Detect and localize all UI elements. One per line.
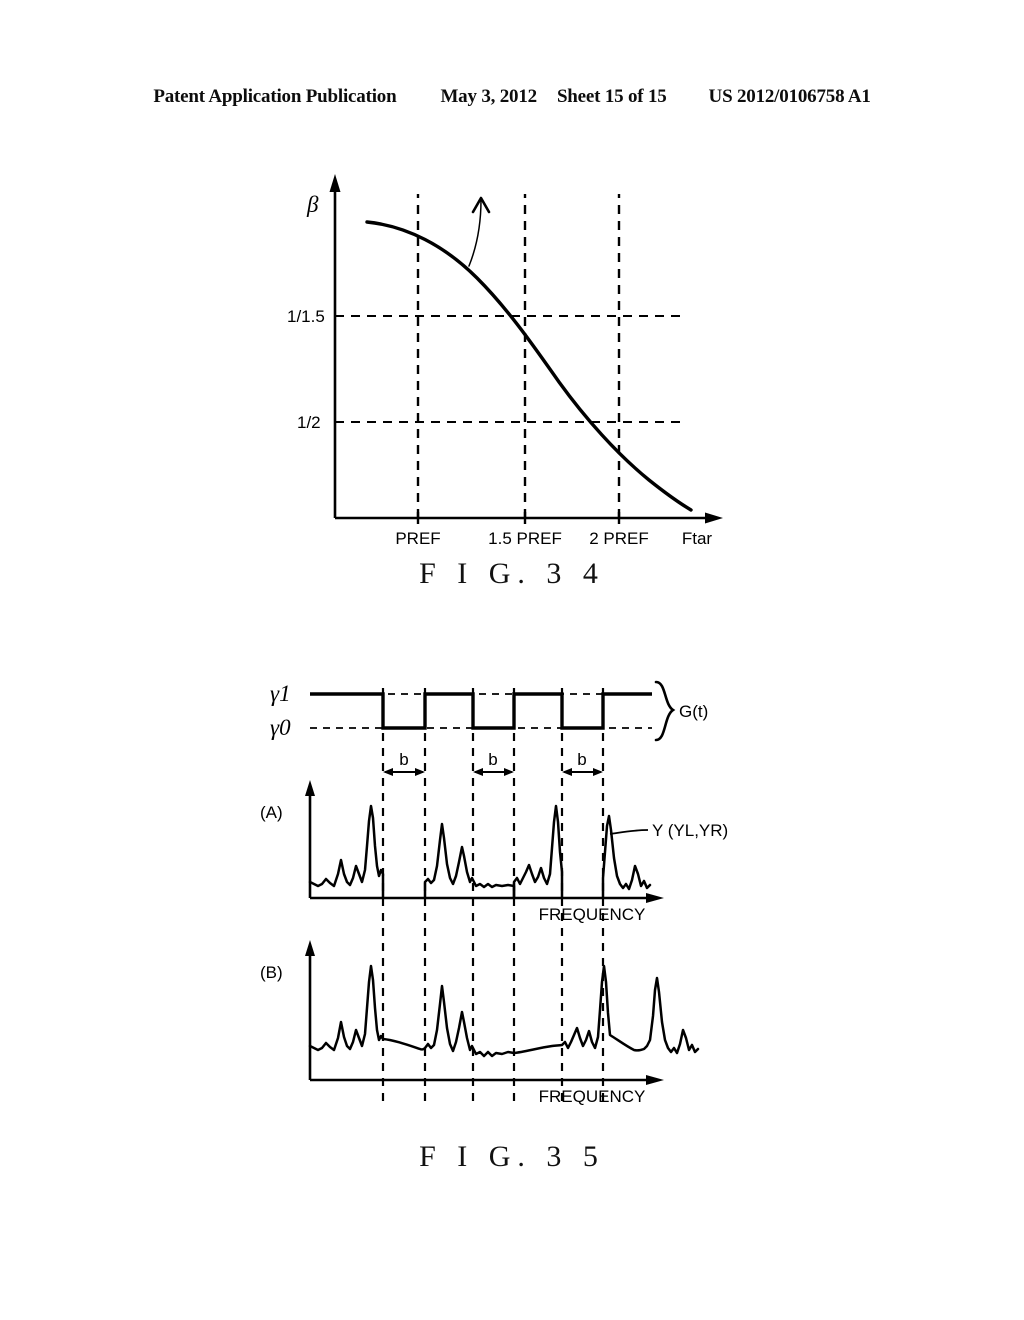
fig35-interval-markers: b b b bbox=[383, 750, 603, 776]
header-document-number-label: US 2012/0106758 A1 bbox=[708, 86, 871, 107]
panel-a-label: (A) bbox=[260, 803, 283, 822]
curve-pointer-caret-icon bbox=[468, 196, 491, 267]
panel-b-label: (B) bbox=[260, 963, 283, 982]
fig34-x-tick-1: PREF bbox=[395, 529, 440, 548]
panel-a-spectrum-seg-1 bbox=[308, 804, 385, 900]
interval-marker-3: b bbox=[562, 750, 603, 776]
fig35-gate-brace-label: G(t) bbox=[679, 702, 708, 721]
panel-a-spectrum-seg-3 bbox=[512, 804, 564, 900]
fig34-data-curve bbox=[365, 220, 693, 512]
figure-35-chart: γ1 γ0 G(t) b b b (A) Y (YL,YR) FREQUENCY… bbox=[260, 680, 728, 1106]
fig34-x-axis bbox=[335, 512, 723, 524]
fig35-panel-b: (B) FREQUENCY bbox=[260, 940, 700, 1106]
fig34-x-tick-3: 2 PREF bbox=[589, 529, 649, 548]
interval-label-3: b bbox=[577, 750, 586, 769]
panel-b-spectrum-path bbox=[308, 964, 700, 1058]
fig35-gate-waveform bbox=[310, 692, 652, 730]
fig34-y-axis bbox=[329, 174, 341, 518]
figure-34-chart: β 1/1.5 1/2 PREF 1.5 PREF 2 PREF Ftar bbox=[287, 174, 723, 548]
figure-34: β 1/1.5 1/2 PREF 1.5 PREF 2 PREF Ftar F … bbox=[0, 150, 1024, 620]
interval-marker-1: b bbox=[383, 750, 425, 776]
panel-a-spectrum-seg-4 bbox=[601, 814, 652, 900]
panel-b-x-axis-label: FREQUENCY bbox=[539, 1087, 646, 1106]
fig34-vertical-gridlines bbox=[416, 194, 621, 518]
fig34-y-tick-1: 1/1.5 bbox=[287, 307, 325, 326]
header-date-label: May 3, 2012 bbox=[440, 86, 537, 107]
fig34-x-tick-2: 1.5 PREF bbox=[488, 529, 562, 548]
panel-a-signal-annotation bbox=[609, 829, 649, 835]
header-publication-label: Patent Application Publication bbox=[153, 86, 397, 107]
fig34-x-axis-label: Ftar bbox=[682, 529, 713, 548]
interval-label-1: b bbox=[399, 750, 408, 769]
fig35-panel-a: (A) Y (YL,YR) FREQUENCY bbox=[260, 780, 728, 924]
fig34-horizontal-gridlines bbox=[335, 314, 685, 424]
fig35-gate-low-label: γ0 bbox=[270, 715, 291, 740]
page-header: Patent Application Publication May 3, 20… bbox=[0, 86, 1024, 108]
figure-35-caption: F I G. 3 5 bbox=[419, 1140, 605, 1173]
fig34-y-axis-label: β bbox=[306, 192, 319, 217]
interval-label-2: b bbox=[488, 750, 497, 769]
fig35-gate-brace bbox=[654, 680, 676, 742]
panel-a-x-axis-label: FREQUENCY bbox=[539, 905, 646, 924]
header-sheet-label: Sheet 15 of 15 bbox=[556, 86, 667, 107]
fig34-y-tick-2: 1/2 bbox=[297, 413, 321, 432]
interval-marker-2: b bbox=[473, 750, 514, 776]
panel-a-spectrum-seg-2 bbox=[423, 822, 516, 900]
gate-square-wave-path bbox=[310, 692, 652, 730]
panel-a-annotation-label: Y (YL,YR) bbox=[652, 821, 728, 840]
fig35-gate-high-label: γ1 bbox=[270, 681, 291, 706]
figure-35: γ1 γ0 G(t) b b b (A) Y (YL,YR) FREQUENCY… bbox=[0, 660, 1024, 1220]
figure-34-caption: F I G. 3 4 bbox=[419, 557, 605, 590]
